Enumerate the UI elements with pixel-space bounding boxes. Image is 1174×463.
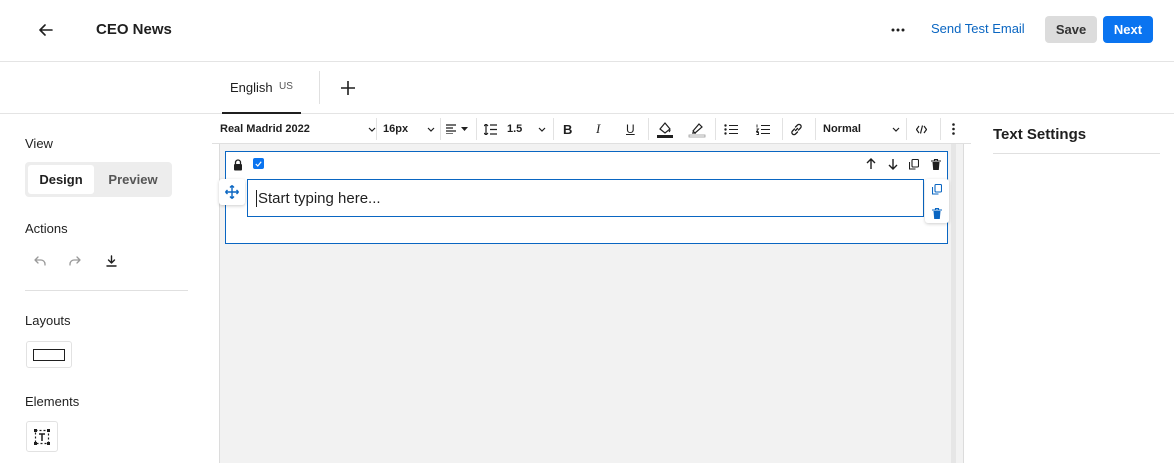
text-block-placeholder[interactable]: Start typing here...	[256, 190, 381, 207]
back-arrow-icon[interactable]	[36, 20, 56, 40]
bulleted-list-icon[interactable]	[724, 114, 739, 144]
font-size-value: 16px	[383, 123, 409, 135]
divider	[993, 153, 1160, 154]
toolbar-separator	[715, 118, 716, 140]
layout-rect-icon	[33, 348, 65, 361]
toolbar-separator	[906, 118, 907, 140]
view-section-title: View	[25, 136, 53, 151]
line-height-select[interactable]: 1.5	[484, 114, 546, 144]
toolbar-separator	[815, 118, 816, 140]
canvas-scrollbar[interactable]	[951, 144, 956, 463]
delete-row-icon[interactable]	[928, 156, 944, 172]
duplicate-block-icon[interactable]	[930, 182, 944, 196]
elements-section-title: Elements	[25, 394, 80, 409]
align-left-icon	[446, 124, 456, 134]
italic-icon[interactable]: I	[596, 114, 608, 144]
text-align-select[interactable]	[446, 114, 471, 144]
divider	[319, 71, 320, 104]
language-tab-bar: English US	[0, 62, 1174, 114]
font-family-value: Real Madrid 2022	[220, 123, 310, 135]
text-element-tile[interactable]	[26, 421, 58, 452]
block-tools	[925, 179, 949, 223]
download-icon[interactable]	[102, 252, 120, 270]
add-language-icon[interactable]	[338, 78, 358, 98]
delete-block-icon[interactable]	[930, 206, 944, 220]
next-button[interactable]: Next	[1103, 16, 1153, 43]
toolbar-separator	[553, 118, 554, 140]
drag-move-icon[interactable]	[219, 179, 245, 205]
view-toggle: Design Preview	[25, 162, 172, 197]
single-column-layout-tile[interactable]	[26, 341, 72, 368]
chevron-down-icon	[892, 127, 900, 132]
toolbar-separator	[648, 118, 649, 140]
top-header: CEO News Send Test Email Save Next	[0, 0, 1174, 62]
left-panel: View Design Preview Actions Layouts Elem…	[0, 114, 210, 463]
redo-icon[interactable]	[66, 252, 84, 270]
font-size-select[interactable]: 16px	[383, 114, 435, 144]
undo-icon[interactable]	[31, 252, 49, 270]
page-title: CEO News	[96, 21, 172, 38]
language-code: US	[279, 81, 293, 92]
underline-icon[interactable]: U	[626, 114, 638, 144]
text-element-icon	[34, 428, 50, 445]
row-select-checkbox[interactable]	[253, 158, 264, 169]
tab-language-english[interactable]: English US	[222, 62, 301, 114]
caret-down-icon	[461, 127, 468, 131]
layouts-section-title: Layouts	[25, 313, 71, 328]
toolbar-separator	[440, 118, 441, 140]
chevron-down-icon	[538, 127, 546, 132]
paragraph-style-value: Normal	[823, 123, 861, 135]
right-settings-panel: Text Settings	[972, 114, 1174, 463]
toolbar-separator	[940, 118, 941, 140]
chevron-down-icon	[368, 127, 376, 132]
text-formatting-toolbar: Real Madrid 2022 16px 1.5 B I U Normal	[212, 114, 971, 144]
duplicate-row-icon[interactable]	[906, 156, 922, 172]
actions-section-title: Actions	[25, 221, 68, 236]
language-name: English	[230, 80, 273, 95]
bold-icon[interactable]: B	[563, 114, 575, 144]
divider	[25, 290, 188, 291]
text-settings-title: Text Settings	[993, 126, 1087, 143]
toolbar-separator	[376, 118, 377, 140]
save-button[interactable]: Save	[1045, 16, 1097, 43]
move-down-icon[interactable]	[885, 156, 901, 172]
toolbar-separator	[782, 118, 783, 140]
font-family-select[interactable]: Real Madrid 2022	[220, 114, 376, 144]
highlight-color-icon[interactable]	[688, 114, 708, 144]
send-test-email-link[interactable]: Send Test Email	[931, 21, 1025, 36]
more-options-icon[interactable]	[888, 20, 908, 40]
toolbar-more-icon[interactable]	[952, 114, 958, 144]
preview-view-button[interactable]: Preview	[103, 165, 163, 194]
numbered-list-icon[interactable]	[756, 114, 771, 144]
design-view-button[interactable]: Design	[28, 165, 94, 194]
code-view-icon[interactable]	[916, 114, 928, 144]
toolbar-separator	[476, 118, 477, 140]
line-height-icon	[484, 123, 497, 135]
move-up-icon[interactable]	[863, 156, 879, 172]
link-icon[interactable]	[790, 114, 805, 144]
text-block[interactable]: Start typing here...	[247, 179, 924, 217]
lock-icon[interactable]	[233, 158, 245, 171]
text-color-icon[interactable]	[656, 114, 676, 144]
line-height-value: 1.5	[507, 123, 523, 135]
paragraph-style-select[interactable]: Normal	[823, 114, 900, 144]
chevron-down-icon	[427, 127, 435, 132]
